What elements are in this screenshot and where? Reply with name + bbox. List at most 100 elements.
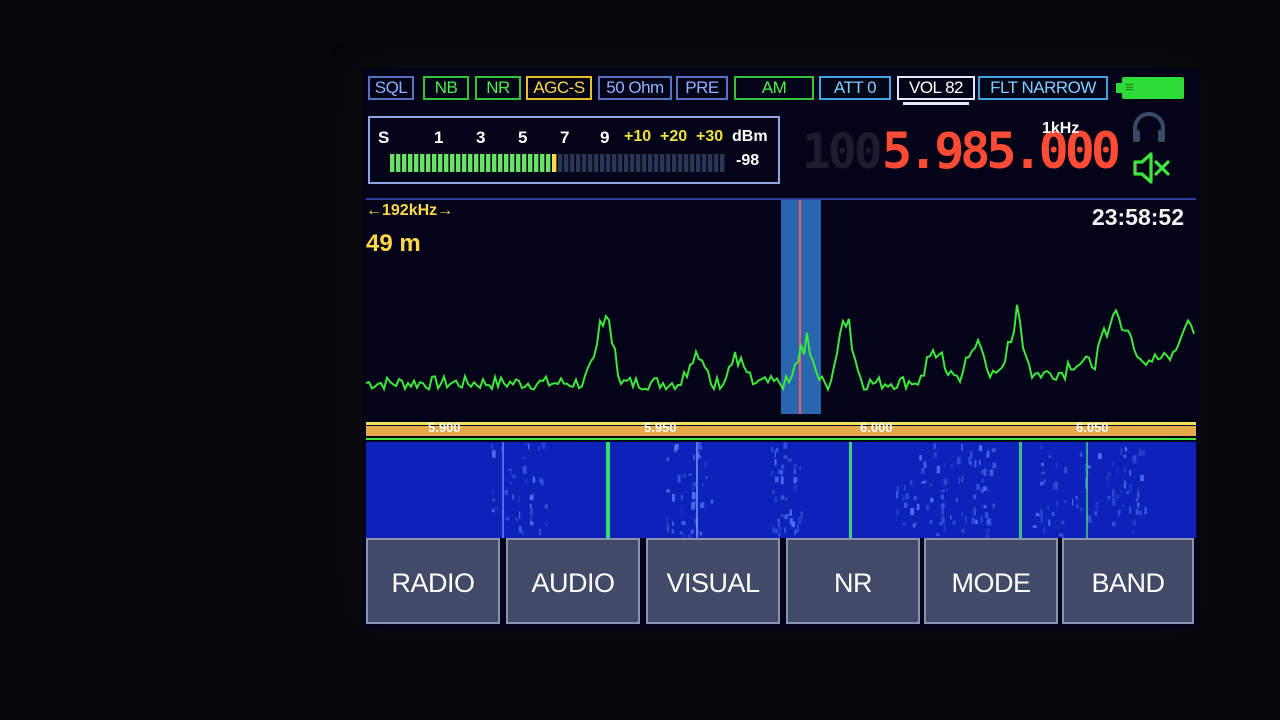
- s-meter-segment: [516, 154, 521, 172]
- audio-button[interactable]: AUDIO: [506, 538, 640, 624]
- waterfall-noise: [941, 490, 945, 493]
- waterfall-noise: [957, 456, 961, 465]
- waterfall-noise: [1055, 481, 1058, 490]
- waterfall-noise: [1138, 510, 1142, 516]
- waterfall-noise: [783, 455, 788, 459]
- frequency-ghost-digits: 100: [802, 124, 883, 180]
- waterfall-noise: [682, 473, 687, 478]
- waterfall-noise: [698, 442, 702, 449]
- volume-label: VOL 82: [908, 78, 964, 97]
- waterfall-noise: [1052, 482, 1056, 490]
- waterfall-noise: [791, 521, 796, 528]
- waterfall-noise: [902, 495, 905, 502]
- spectrum-panel[interactable]: ←192kHz→ 49 m 23:58:52: [366, 198, 1196, 416]
- waterfall-noise: [1035, 513, 1040, 517]
- impedance-chip[interactable]: 50 Ohm: [598, 76, 672, 100]
- spectrum-graph[interactable]: [366, 200, 1196, 416]
- sql-chip[interactable]: SQL: [368, 76, 414, 100]
- filter-chip[interactable]: FLT NARROW: [978, 76, 1108, 100]
- volume-chip[interactable]: VOL 82: [897, 76, 975, 105]
- s-meter-segment: [570, 154, 575, 172]
- s-scale-label: 1: [434, 128, 444, 147]
- waterfall-noise: [492, 450, 496, 458]
- radio-button[interactable]: RADIO: [366, 538, 500, 624]
- s-scale-label: +20: [660, 128, 688, 145]
- waterfall-noise: [1051, 511, 1055, 516]
- nr-button[interactable]: NR: [786, 538, 920, 624]
- sql-label: SQL: [374, 78, 408, 97]
- s-meter-segment: [402, 154, 407, 172]
- nb-chip[interactable]: NB: [423, 76, 469, 100]
- waterfall-noise: [494, 506, 499, 510]
- s-meter-segment: [462, 154, 467, 172]
- agc-chip[interactable]: AGC-S: [526, 76, 592, 100]
- waterfall-noise: [992, 503, 995, 508]
- waterfall-noise: [943, 479, 948, 485]
- waterfall-noise: [961, 528, 965, 533]
- waterfall-noise: [1132, 530, 1135, 533]
- visual-button-label: VISUAL: [666, 568, 760, 598]
- s-scale-label: 3: [476, 128, 486, 147]
- waterfall-noise: [986, 529, 990, 533]
- waterfall-noise: [518, 526, 522, 533]
- waterfall-noise: [1129, 484, 1132, 492]
- s-meter-segment: [618, 154, 623, 172]
- waterfall-noise: [538, 529, 542, 536]
- s-meter-segment: [636, 154, 641, 172]
- waterfall-noise: [897, 486, 899, 493]
- frequency-value: 5.985.000: [882, 122, 1121, 180]
- waterfall-noise: [943, 463, 946, 467]
- waterfall-noise: [919, 455, 922, 461]
- waterfall-noise: [781, 514, 784, 517]
- waterfall-noise: [1118, 508, 1121, 515]
- waterfall-noise: [544, 504, 548, 509]
- waterfall-noise: [1032, 525, 1037, 528]
- waterfall-noise: [979, 459, 981, 466]
- nr-chip[interactable]: NR: [475, 76, 521, 100]
- waterfall[interactable]: [366, 442, 1196, 538]
- waterfall-noise: [923, 461, 927, 468]
- waterfall-noise: [693, 454, 695, 461]
- waterfall-noise: [1131, 522, 1134, 525]
- band-button[interactable]: BAND: [1062, 538, 1194, 624]
- pre-chip[interactable]: PRE: [676, 76, 728, 100]
- s-meter-segment: [486, 154, 491, 172]
- waterfall-noise: [968, 456, 971, 465]
- waterfall-noise: [1112, 522, 1116, 527]
- waterfall-noise: [950, 515, 952, 520]
- frequency-display[interactable]: 100 5.985.000 1kHz: [802, 118, 1121, 180]
- waterfall-noise: [774, 459, 777, 466]
- s-meter-segment: [522, 154, 527, 172]
- agc-label: AGC-S: [533, 78, 585, 97]
- waterfall-noise: [1041, 463, 1044, 466]
- waterfall-noise: [1063, 500, 1067, 503]
- band-label: 49 m: [366, 230, 421, 257]
- waterfall-noise: [961, 443, 963, 451]
- waterfall-noise: [691, 529, 694, 534]
- waterfall-noise: [691, 483, 695, 491]
- waterfall-noise: [933, 443, 936, 449]
- att-chip[interactable]: ATT 0: [819, 76, 891, 100]
- mode-chip[interactable]: AM: [734, 76, 814, 100]
- waterfall-noise: [492, 490, 495, 493]
- waterfall-noise: [681, 521, 686, 526]
- s-meter-segment: [612, 154, 617, 172]
- waterfall-noise: [1055, 462, 1058, 468]
- s-meter-segment: [660, 154, 665, 172]
- s-meter-segment: [606, 154, 611, 172]
- waterfall-noise: [784, 527, 786, 533]
- waterfall-noise: [943, 524, 946, 532]
- waterfall-noise: [512, 474, 517, 479]
- visual-button[interactable]: VISUAL: [646, 538, 780, 624]
- waterfall-noise: [988, 518, 992, 526]
- speaker-icon[interactable]: [1132, 150, 1172, 186]
- waterfall-noise: [525, 442, 528, 446]
- mode-button[interactable]: MODE: [924, 538, 1058, 624]
- waterfall-noise: [539, 477, 543, 484]
- menu-bar: RADIO AUDIO VISUAL NR MODE BAND: [366, 536, 1196, 628]
- waterfall-noise: [528, 443, 530, 450]
- waterfall-noise: [522, 531, 524, 535]
- waterfall-noise: [677, 474, 681, 483]
- headphones-icon[interactable]: [1130, 110, 1168, 144]
- waterfall-noise: [974, 460, 977, 468]
